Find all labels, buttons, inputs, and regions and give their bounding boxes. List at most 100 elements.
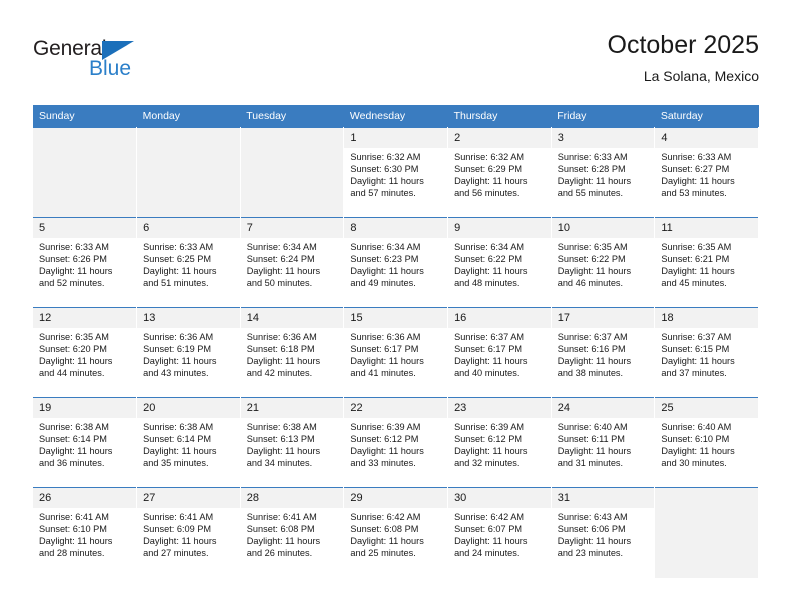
calendar-page: General Blue October 2025 La Solana, Mex… — [0, 0, 792, 612]
day-number: 5 — [33, 218, 137, 238]
daylight-text-line2: and 51 minutes. — [143, 278, 209, 289]
sunrise-text: Sunrise: 6:35 AM — [661, 242, 732, 252]
day-number: 31 — [551, 488, 655, 508]
calendar-day-cell[interactable]: 16 Sunrise: 6:37 AM Sunset: 6:17 PM Dayligh… — [447, 307, 552, 398]
general-blue-logo[interactable]: General Blue — [33, 38, 163, 88]
calendar-day-cell[interactable]: 27 Sunrise: 6:41 AM Sunset: 6:09 PM Dayligh… — [136, 487, 241, 578]
daylight-text-line1: Daylight: 11 hours — [454, 536, 528, 547]
calendar-day-cell[interactable]: 7 Sunrise: 6:34 AM Sunset: 6:24 PM Daylight… — [240, 217, 345, 308]
daylight-text-line1: Daylight: 11 hours — [350, 446, 424, 457]
day-details: Sunrise: 6:37 AM Sunset: 6:15 PM Daylight:… — [655, 328, 758, 379]
calendar-day-cell[interactable]: 14 Sunrise: 6:36 AM Sunset: 6:18 PM Dayligh… — [240, 307, 345, 398]
calendar-day-cell[interactable]: 25 Sunrise: 6:40 AM Sunset: 6:10 PM Dayligh… — [654, 397, 759, 488]
daylight-text-line2: and 30 minutes. — [661, 458, 727, 469]
day-details: Sunrise: 6:38 AM Sunset: 6:14 PM Daylight:… — [33, 418, 136, 469]
daylight-text-line2: and 42 minutes. — [246, 368, 313, 379]
sunrise-text: Sunrise: 6:43 AM — [557, 512, 628, 522]
sunset-text: Sunset: 6:18 PM — [246, 344, 315, 355]
page-header: General Blue October 2025 La Solana, Mex… — [33, 30, 759, 100]
daylight-text-line2: and 25 minutes. — [350, 548, 416, 559]
calendar-body: 1 Sunrise: 6:32 AM Sunset: 6:30 PM Daylight… — [33, 127, 759, 578]
daylight-text-line2: and 45 minutes. — [661, 278, 727, 289]
daylight-text-line1: Daylight: 11 hours — [246, 356, 321, 367]
sunrise-text: Sunrise: 6:36 AM — [350, 332, 421, 342]
calendar-day-cell[interactable]: 1 Sunrise: 6:32 AM Sunset: 6:30 PM Daylight… — [343, 127, 449, 218]
day-number: 26 — [33, 488, 137, 508]
calendar-day-cell[interactable]: 18 Sunrise: 6:37 AM Sunset: 6:15 PM Dayligh… — [654, 307, 759, 398]
calendar-day-cell[interactable]: 3 Sunrise: 6:33 AM Sunset: 6:28 PM Daylight… — [551, 127, 656, 218]
page-title: October 2025 — [607, 31, 760, 59]
calendar-day-cell[interactable]: 10 Sunrise: 6:35 AM Sunset: 6:22 PM Dayligh… — [551, 217, 656, 308]
sunset-text: Sunset: 6:17 PM — [350, 344, 419, 355]
daylight-text-line1: Daylight: 11 hours — [661, 176, 735, 187]
daylight-text-line1: Daylight: 11 hours — [143, 536, 217, 547]
calendar-day-cell[interactable]: 13 Sunrise: 6:36 AM Sunset: 6:19 PM Dayligh… — [136, 307, 241, 398]
sunrise-text: Sunrise: 6:36 AM — [246, 332, 317, 342]
calendar-day-cell[interactable]: 2 Sunrise: 6:32 AM Sunset: 6:29 PM Daylight… — [447, 127, 552, 218]
day-details: Sunrise: 6:35 AM Sunset: 6:21 PM Daylight:… — [655, 238, 758, 289]
calendar-week-row: 1 Sunrise: 6:32 AM Sunset: 6:30 PM Daylight… — [33, 127, 759, 218]
calendar-day-cell[interactable]: 29 Sunrise: 6:42 AM Sunset: 6:08 PM Dayligh… — [343, 487, 449, 578]
daylight-text-line2: and 23 minutes. — [557, 548, 624, 559]
daylight-text-line2: and 52 minutes. — [39, 278, 105, 289]
calendar-day-cell[interactable]: 17 Sunrise: 6:37 AM Sunset: 6:16 PM Dayligh… — [551, 307, 656, 398]
sunset-text: Sunset: 6:24 PM — [246, 254, 315, 265]
calendar-day-cell[interactable]: 6 Sunrise: 6:33 AM Sunset: 6:25 PM Daylight… — [136, 217, 241, 308]
daylight-text-line2: and 41 minutes. — [350, 368, 416, 379]
sunset-text: Sunset: 6:10 PM — [661, 434, 730, 445]
calendar-day-cell[interactable]: 21 Sunrise: 6:38 AM Sunset: 6:13 PM Dayligh… — [240, 397, 345, 488]
daylight-text-line1: Daylight: 11 hours — [143, 356, 217, 367]
day-details: Sunrise: 6:33 AM Sunset: 6:25 PM Daylight:… — [137, 238, 240, 289]
calendar-day-cell[interactable]: 9 Sunrise: 6:34 AM Sunset: 6:22 PM Daylight… — [447, 217, 552, 308]
sunrise-text: Sunrise: 6:41 AM — [246, 512, 317, 522]
calendar-cell-empty — [240, 127, 345, 218]
calendar-day-cell[interactable]: 5 Sunrise: 6:33 AM Sunset: 6:26 PM Daylight… — [33, 217, 138, 308]
daylight-text-line1: Daylight: 11 hours — [557, 446, 632, 457]
sunset-text: Sunset: 6:15 PM — [661, 344, 730, 355]
calendar-day-cell[interactable]: 24 Sunrise: 6:40 AM Sunset: 6:11 PM Dayligh… — [551, 397, 656, 488]
sunrise-text: Sunrise: 6:37 AM — [557, 332, 628, 342]
calendar-day-cell[interactable]: 30 Sunrise: 6:42 AM Sunset: 6:07 PM Dayligh… — [447, 487, 552, 578]
daylight-text-line1: Daylight: 11 hours — [350, 266, 424, 277]
calendar-header-row: Sunday Monday Tuesday Wednesday Thursday Frid… — [33, 105, 759, 128]
calendar-day-cell[interactable]: 20 Sunrise: 6:38 AM Sunset: 6:14 PM Dayligh… — [136, 397, 241, 488]
day-details: Sunrise: 6:39 AM Sunset: 6:12 PM Daylight:… — [448, 418, 551, 469]
calendar-grid: Sunday Monday Tuesday Wednesday Thursday Frid… — [33, 105, 759, 578]
day-number: 29 — [344, 488, 448, 508]
sunset-text: Sunset: 6:12 PM — [350, 434, 419, 445]
day-number: 15 — [344, 308, 448, 328]
sunset-text: Sunset: 6:14 PM — [39, 434, 107, 445]
daylight-text-line2: and 32 minutes. — [454, 458, 520, 469]
calendar-day-cell[interactable]: 23 Sunrise: 6:39 AM Sunset: 6:12 PM Dayligh… — [447, 397, 552, 488]
day-details: Sunrise: 6:41 AM Sunset: 6:09 PM Daylight:… — [137, 508, 240, 559]
sunrise-text: Sunrise: 6:33 AM — [143, 242, 214, 252]
sunrise-text: Sunrise: 6:35 AM — [39, 332, 109, 342]
daylight-text-line1: Daylight: 11 hours — [454, 446, 528, 457]
calendar-day-cell[interactable]: 11 Sunrise: 6:35 AM Sunset: 6:21 PM Dayligh… — [654, 217, 759, 308]
sunrise-text: Sunrise: 6:34 AM — [454, 242, 525, 252]
calendar-day-cell[interactable]: 22 Sunrise: 6:39 AM Sunset: 6:12 PM Dayligh… — [343, 397, 449, 488]
weekday-header-wednesday: Wednesday — [343, 105, 448, 128]
calendar-day-cell[interactable]: 31 Sunrise: 6:43 AM Sunset: 6:06 PM Dayligh… — [551, 487, 656, 578]
calendar-day-cell[interactable]: 26 Sunrise: 6:41 AM Sunset: 6:10 PM Dayligh… — [33, 487, 138, 578]
calendar-day-cell[interactable]: 4 Sunrise: 6:33 AM Sunset: 6:27 PM Daylight… — [654, 127, 759, 218]
sunrise-text: Sunrise: 6:40 AM — [661, 422, 732, 432]
day-details: Sunrise: 6:35 AM Sunset: 6:20 PM Daylight:… — [33, 328, 136, 379]
calendar-week-row: 19 Sunrise: 6:38 AM Sunset: 6:14 PM Dayligh… — [33, 397, 759, 488]
weekday-header-monday: Monday — [136, 105, 241, 128]
daylight-text-line1: Daylight: 11 hours — [350, 536, 424, 547]
calendar-day-cell[interactable]: 28 Sunrise: 6:41 AM Sunset: 6:08 PM Dayligh… — [240, 487, 345, 578]
calendar-day-cell[interactable]: 15 Sunrise: 6:36 AM Sunset: 6:17 PM Dayligh… — [343, 307, 449, 398]
sunset-text: Sunset: 6:26 PM — [39, 254, 107, 265]
day-details: Sunrise: 6:38 AM Sunset: 6:13 PM Daylight:… — [241, 418, 344, 469]
calendar-day-cell[interactable]: 12 Sunrise: 6:35 AM Sunset: 6:20 PM Dayligh… — [33, 307, 138, 398]
daylight-text-line1: Daylight: 11 hours — [143, 266, 217, 277]
calendar-day-cell[interactable]: 8 Sunrise: 6:34 AM Sunset: 6:23 PM Daylight… — [343, 217, 449, 308]
day-number: 27 — [137, 488, 240, 508]
calendar-day-cell[interactable]: 19 Sunrise: 6:38 AM Sunset: 6:14 PM Dayligh… — [33, 397, 138, 488]
daylight-text-line1: Daylight: 11 hours — [350, 356, 424, 367]
daylight-text-line2: and 48 minutes. — [454, 278, 520, 289]
day-details: Sunrise: 6:33 AM Sunset: 6:27 PM Daylight:… — [655, 148, 758, 199]
calendar-cell-empty — [33, 127, 138, 218]
daylight-text-line2: and 57 minutes. — [350, 188, 416, 199]
